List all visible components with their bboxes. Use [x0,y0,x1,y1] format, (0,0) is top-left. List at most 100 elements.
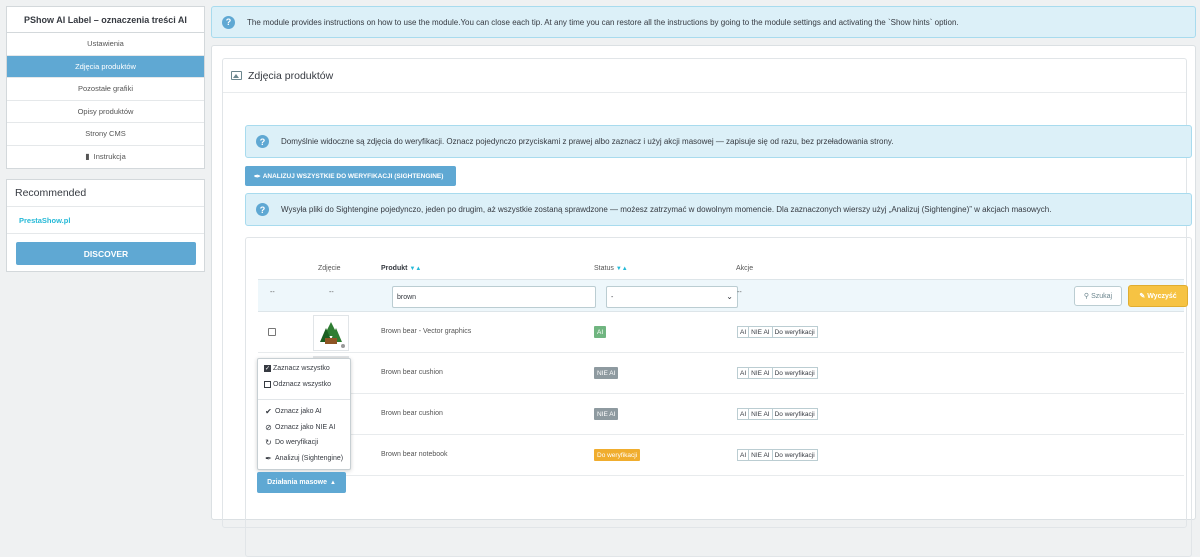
filter-dash: -- [270,289,275,296]
product-name: Brown bear notebook [381,451,448,458]
menu-item-instructions-label: Instrukcja [93,152,126,162]
column-status-label: Status [594,265,614,272]
mark-not-ai-button[interactable]: NIE AI [748,326,773,338]
question-icon: ? [256,203,269,216]
sort-arrows-icon[interactable]: ▼▲ [409,266,421,272]
checked-checkbox-icon: ✓ [264,365,271,372]
products-table: Zdjęcie Produkt ▼▲ Status ▼▲ Akcje -- -- b… [245,237,1192,557]
column-product[interactable]: Produkt ▼▲ [381,265,421,272]
prestashow-link[interactable]: PrestaShow.pl [7,207,204,234]
analyze-all-button[interactable]: ✒ ANALIZUJ WSZYSTKIE DO WERYFIKACJI (SIG… [245,166,456,186]
column-status[interactable]: Status ▼▲ [594,265,628,272]
recommended-box: Recommended PrestaShow.pl DISCOVER [6,179,205,272]
table-row: Brown bear cushion NIE AI AI NIE AI Do w… [258,395,1184,435]
module-title: PShow AI Label – oznaczenia treści AI [7,7,204,33]
table-row: Brown bear cushion NIE AI AI NIE AI Do w… [258,354,1184,394]
info-alert-default-text: Domyślnie widoczne są zdjęcia do weryfik… [281,137,894,146]
menu-divider [258,399,350,400]
status-badge: NIE AI [594,408,619,420]
info-alert-default: ? Domyślnie widoczne są zdjęcia do weryf… [245,125,1192,158]
status-badge: Do weryfikacji [594,449,641,461]
product-name: Brown bear cushion [381,410,443,417]
sort-arrows-icon[interactable]: ▼▲ [616,266,628,272]
module-menu: PShow AI Label – oznaczenia treści AI Us… [6,6,205,169]
column-image: Zdjęcie [318,265,341,272]
analyze-all-label: ANALIZUJ WSZYSTKIE DO WERYFIKACJI (SIGHT… [262,172,444,180]
column-product-label: Produkt [381,265,408,272]
question-icon: ? [222,15,235,29]
menu-item-settings[interactable]: Ustawienia [7,33,204,56]
unchecked-checkbox-icon [264,381,271,388]
refresh-icon: ↻ [265,438,272,447]
info-alert-sightengine: ? Wysyła pliki do Sightengine pojedynczo… [245,193,1192,226]
menu-item-other-graphics[interactable]: Pozostałe grafiki [7,78,204,101]
mark-not-ai-button[interactable]: NIE AI [748,367,773,379]
menu-item-product-descriptions[interactable]: Opisy produktów [7,101,204,123]
menu-item-mark-not-ai[interactable]: ⊘ Oznacz jako NIE AI [264,423,335,432]
main-panel: Zdjęcia produktów ? Domyślnie widoczne s… [211,45,1196,557]
menu-item-select-all[interactable]: ✓ Zaznacz wszystko [264,365,330,372]
table-row: Brown bear notebook Do weryfikacji AI NI… [258,436,1184,476]
menu-item-deselect-all-label: Odznacz wszystko [273,381,331,388]
mark-to-verify-button[interactable]: Do weryfikacji [771,367,818,379]
status-badge: AI [594,326,607,338]
mark-to-verify-button[interactable]: Do weryfikacji [771,408,818,420]
menu-item-mark-ai[interactable]: ✔ Oznacz jako AI [264,407,322,416]
book-icon: ▮ [85,152,90,162]
recommended-title: Recommended [7,180,204,207]
status-filter-value: - [611,293,614,301]
check-icon: ✔ [265,407,272,416]
menu-item-product-images[interactable]: Zdjęcia produktów [7,55,204,78]
menu-item-cms-pages[interactable]: Strony CMS [7,123,204,146]
bulk-actions-label: Działania masowe [267,479,327,486]
eraser-icon: ✎ [1139,293,1146,300]
column-actions: Akcje [736,265,754,272]
product-name: Brown bear cushion [381,369,443,376]
menu-item-mark-ai-label: Oznacz jako AI [275,408,322,415]
product-name: Brown bear - Vector graphics [381,328,472,335]
status-badge: NIE AI [594,367,619,379]
filter-dash: -- [329,289,334,296]
info-alert-sightengine-text: Wysyła pliki do Sightengine pojedynczo, … [281,205,1052,214]
caret-up-icon: ▲ [329,479,336,486]
bulk-actions-button[interactable]: Działania masowe ▲ [257,472,346,493]
product-thumbnail [313,315,349,351]
product-filter-input[interactable]: brown [392,286,596,308]
menu-item-instructions[interactable]: ▮ Instrukcja [7,146,204,169]
product-images-panel: Zdjęcia produktów ? Domyślnie widoczne s… [222,58,1192,557]
search-button-label: Szukaj [1091,292,1113,300]
chevron-down-icon: ⌄ [726,292,733,301]
menu-item-to-verify[interactable]: ↻ Do weryfikacji [264,438,318,447]
menu-item-mark-not-ai-label: Oznacz jako NIE AI [275,424,336,431]
row-actions: AI NIE AI Do weryfikacji [737,449,818,461]
row-actions: AI NIE AI Do weryfikacji [737,367,818,379]
mark-to-verify-button[interactable]: Do weryfikacji [771,449,818,461]
panel-header: Zdjęcia produktów [223,59,1186,93]
question-icon: ? [256,135,269,148]
mark-to-verify-button[interactable]: Do weryfikacji [771,326,818,338]
menu-item-analyze[interactable]: ✒ Analizuj (Sightengine) [264,454,343,463]
image-icon [231,71,242,80]
menu-item-deselect-all[interactable]: Odznacz wszystko [264,381,331,388]
discover-button[interactable]: DISCOVER [16,242,196,265]
magic-wand-icon: ✒ [265,454,272,463]
clear-filters-button[interactable]: ✎ Wyczyść [1128,285,1188,307]
panel-title: Zdjęcia produktów [248,69,334,82]
mark-not-ai-button[interactable]: NIE AI [748,408,773,420]
module-hint: ? The module provides instructions on ho… [211,6,1196,38]
ban-icon: ⊘ [265,423,272,432]
row-actions: AI NIE AI Do weryfikacji [737,326,818,338]
filter-dash: -- [737,289,742,296]
magic-wand-icon: ✒ [254,171,261,181]
search-button[interactable]: ⚲ Szukaj [1074,286,1122,306]
bulk-actions-menu: ✓ Zaznacz wszystko Odznacz wszystko ✔ Oz… [257,358,351,470]
clear-filters-label: Wyczyść [1147,292,1177,300]
filter-row: -- -- brown - ⌄ -- ⚲ Szukaj ✎ Wyczyść [258,279,1188,312]
table-row: Brown bear - Vector graphics AI AI NIE A… [258,313,1184,353]
menu-item-to-verify-label: Do weryfikacji [275,439,319,446]
row-actions: AI NIE AI Do weryfikacji [737,408,818,420]
search-icon: ⚲ [1083,293,1090,300]
row-checkbox[interactable] [268,328,276,336]
mark-not-ai-button[interactable]: NIE AI [748,449,773,461]
status-filter-select[interactable]: - ⌄ [606,286,738,308]
